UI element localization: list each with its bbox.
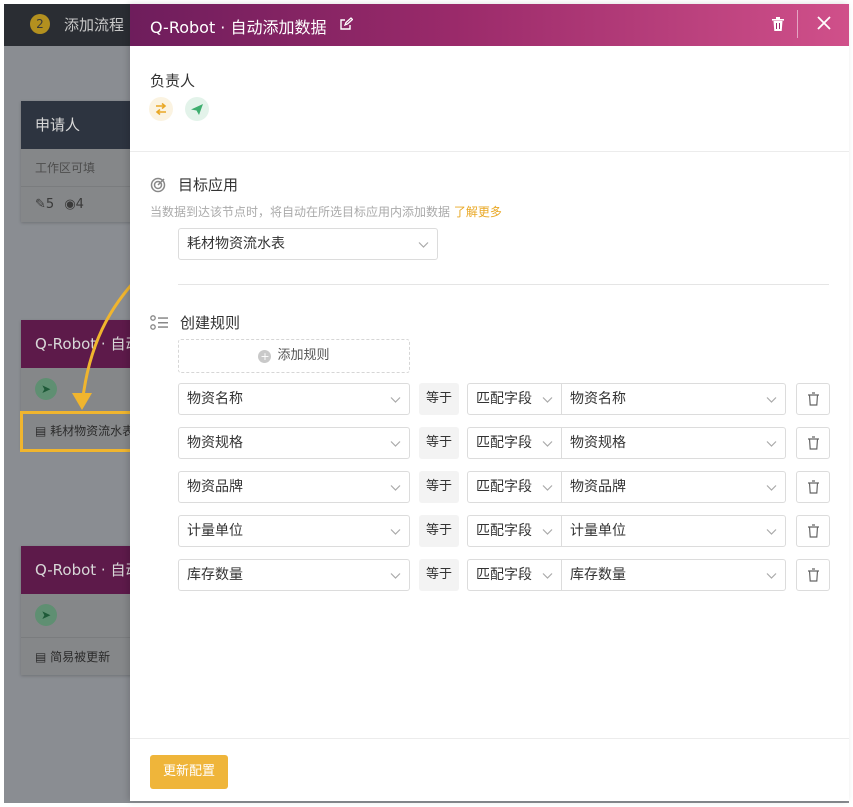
edit-title-icon[interactable]	[339, 17, 353, 31]
equals-label: 等于	[419, 471, 459, 503]
panel-footer: 更新配置	[130, 738, 849, 801]
node-card-footer-text: 简易被更新	[50, 650, 111, 664]
rule-target-field-select[interactable]: 物资规格	[178, 427, 410, 459]
rule-match-type-value: 匹配字段	[476, 523, 532, 539]
rule-target-field-value: 物资名称	[187, 391, 243, 407]
rule-match-type-select[interactable]: 匹配字段	[467, 471, 562, 503]
chevron-down-icon	[542, 573, 553, 579]
delete-rule-button[interactable]	[796, 471, 830, 503]
rule-source-field-value: 计量单位	[570, 523, 626, 539]
robot-config-panel: Q-Robot · 自动添加数据 负责人 目标应用 当数据到达该节点时，将自动在…	[130, 4, 849, 801]
send-icon: ➤	[35, 604, 57, 626]
target-app-hint: 当数据到达该节点时，将自动在所选目标应用内添加数据 了解更多	[150, 203, 502, 220]
learn-more-link[interactable]: 了解更多	[454, 205, 502, 219]
workflow-title: 添加流程	[64, 16, 125, 34]
rule-target-field-value: 计量单位	[187, 523, 243, 539]
rule-source-field-select[interactable]: 库存数量	[561, 559, 786, 591]
pencil-icon: ✎	[35, 197, 46, 212]
chevron-down-icon	[390, 441, 401, 447]
list-icon	[150, 315, 168, 330]
trash-icon	[808, 436, 819, 450]
chevron-down-icon	[542, 485, 553, 491]
chevron-down-icon	[390, 485, 401, 491]
rule-source-field-select[interactable]: 计量单位	[561, 515, 786, 547]
chevron-down-icon	[542, 397, 553, 403]
rule-source-field-value: 物资品牌	[570, 479, 626, 495]
rule-target-field-select[interactable]: 计量单位	[178, 515, 410, 547]
rule-match-type-select[interactable]: 匹配字段	[467, 559, 562, 591]
highlight-box-node	[20, 411, 144, 452]
rule-source-field-select[interactable]: 物资名称	[561, 383, 786, 415]
trash-icon	[808, 568, 819, 582]
rule-match-type-value: 匹配字段	[476, 391, 532, 407]
chevron-down-icon	[766, 441, 777, 447]
eye-icon: ◉	[64, 197, 76, 212]
update-config-button[interactable]: 更新配置	[150, 755, 228, 789]
chevron-down-icon	[542, 529, 553, 535]
chevron-down-icon	[766, 573, 777, 579]
send-icon	[191, 104, 203, 115]
chevron-down-icon	[418, 242, 429, 248]
close-icon[interactable]	[816, 15, 832, 31]
add-rule-button[interactable]: + 添加规则	[178, 339, 410, 373]
edit-count: 5	[45, 197, 55, 212]
equals-label: 等于	[419, 383, 459, 415]
chevron-down-icon	[390, 573, 401, 579]
rule-source-field-select[interactable]: 物资规格	[561, 427, 786, 459]
add-rule-label: 添加规则	[277, 348, 330, 363]
target-hint-text: 当数据到达该节点时，将自动在所选目标应用内添加数据	[150, 205, 451, 219]
step-badge: 2	[30, 14, 50, 34]
plus-circle-icon: +	[258, 350, 272, 363]
rule-target-field-select[interactable]: 库存数量	[178, 559, 410, 591]
robot-avatar	[185, 97, 209, 121]
chevron-down-icon	[766, 397, 777, 403]
rule-target-field-select[interactable]: 物资名称	[178, 383, 410, 415]
rule-match-type-select[interactable]: 匹配字段	[467, 427, 562, 459]
target-app-select[interactable]: 耗材物资流水表	[178, 228, 438, 260]
delete-node-icon[interactable]	[770, 16, 786, 32]
rule-source-field-value: 物资规格	[570, 435, 626, 451]
chevron-down-icon	[766, 529, 777, 535]
equals-label: 等于	[419, 515, 459, 547]
header-divider	[797, 10, 798, 38]
view-count: 4	[75, 197, 84, 212]
trash-icon	[808, 524, 819, 538]
section-divider	[178, 284, 829, 285]
rule-match-type-select[interactable]: 匹配字段	[467, 383, 562, 415]
delete-rule-button[interactable]	[796, 383, 830, 415]
rule-match-type-value: 匹配字段	[476, 479, 532, 495]
rule-target-field-value: 库存数量	[187, 567, 243, 583]
chevron-down-icon	[390, 529, 401, 535]
rule-source-field-value: 物资名称	[570, 391, 626, 407]
rule-match-type-select[interactable]: 匹配字段	[467, 515, 562, 547]
panel-title: Q-Robot · 自动添加数据	[150, 18, 327, 37]
equals-label: 等于	[419, 427, 459, 459]
chevron-down-icon	[390, 397, 401, 403]
send-icon: ➤	[35, 378, 57, 400]
target-app-label: 目标应用	[178, 176, 239, 194]
rule-match-type-value: 匹配字段	[476, 567, 532, 583]
equals-label: 等于	[419, 559, 459, 591]
target-app-value: 耗材物资流水表	[187, 236, 285, 252]
trash-icon	[808, 392, 819, 406]
swap-icon	[155, 102, 167, 116]
rule-match-type-value: 匹配字段	[476, 435, 532, 451]
chevron-down-icon	[766, 485, 777, 491]
delete-rule-button[interactable]	[796, 559, 830, 591]
delete-rule-button[interactable]	[796, 515, 830, 547]
rule-source-field-value: 库存数量	[570, 567, 626, 583]
chevron-down-icon	[542, 441, 553, 447]
panel-header: Q-Robot · 自动添加数据	[130, 4, 849, 46]
rule-target-field-value: 物资品牌	[187, 479, 243, 495]
owner-section: 负责人	[130, 46, 849, 152]
swap-owner-button[interactable]	[149, 97, 173, 121]
create-rules-label: 创建规则	[180, 314, 241, 332]
rule-source-field-select[interactable]: 物资品牌	[561, 471, 786, 503]
owner-label: 负责人	[150, 72, 196, 90]
target-icon	[150, 177, 166, 193]
rule-target-field-select[interactable]: 物资品牌	[178, 471, 410, 503]
rule-target-field-value: 物资规格	[187, 435, 243, 451]
delete-rule-button[interactable]	[796, 427, 830, 459]
trash-icon	[808, 480, 819, 494]
